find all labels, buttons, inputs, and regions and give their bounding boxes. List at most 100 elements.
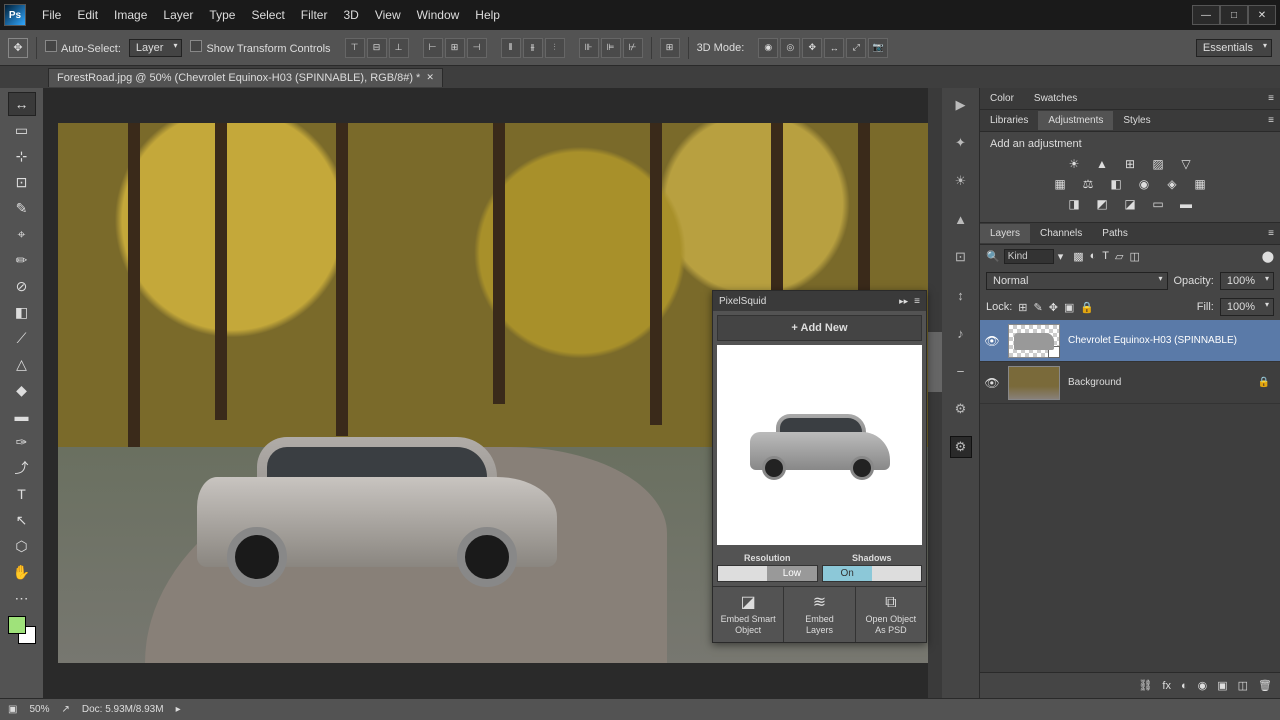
dodge-tool[interactable]: ▬ [8,404,36,428]
search-icon[interactable]: 🔍 [986,250,1000,263]
lock-transparent-icon[interactable]: ⊞ [1018,301,1027,314]
navigator-icon[interactable]: ⊡ [950,246,972,268]
tab-color[interactable]: Color [980,89,1024,108]
channel-mixer-icon[interactable]: ◈ [1163,176,1181,192]
3d-camera-icon[interactable]: 📷 [868,38,888,58]
maximize-button[interactable]: □ [1220,5,1248,25]
embed-layers-button[interactable]: ≋ EmbedLayers [784,587,855,642]
path-tool[interactable]: T [8,482,36,506]
histogram-icon[interactable]: ▲ [950,208,972,230]
new-group-icon[interactable]: ▣ [1217,679,1227,692]
panel-menu-icon[interactable]: ≡ [1262,115,1280,126]
filter-toggle-icon[interactable]: ⬤ [1262,250,1274,263]
menu-window[interactable]: Window [409,4,468,26]
vibrance-adj-icon[interactable]: ▽ [1177,156,1195,172]
paragraph-icon[interactable]: ♪ [950,322,972,344]
tab-channels[interactable]: Channels [1030,224,1092,243]
status-chevron-icon[interactable]: ▸ [176,704,181,715]
distribute-top-icon[interactable]: ⫴ [501,38,521,58]
crop-tool[interactable]: ⊡ [8,170,36,194]
visibility-toggle-icon[interactable]: 👁 [984,376,1000,390]
align-right-icon[interactable]: ⊣ [467,38,487,58]
menu-3d[interactable]: 3D [335,4,366,26]
properties-icon[interactable]: ⚙ [950,398,972,420]
hue-adj-icon[interactable]: ▦ [1051,176,1069,192]
panel-menu-icon[interactable]: ≡ [914,296,920,307]
exposure-adj-icon[interactable]: ▨ [1149,156,1167,172]
new-layer-icon[interactable]: ◫ [1238,679,1248,692]
export-icon[interactable]: ↗ [61,704,69,715]
edit-toolbar[interactable]: ⋯ [8,586,36,610]
lock-all-icon[interactable]: 🔒 [1080,301,1094,314]
layer-thumbnail[interactable] [1008,366,1060,400]
filter-adj-icon[interactable]: ◐ [1090,250,1097,263]
link-layers-icon[interactable]: ⛓ [1138,679,1152,692]
quickmask-icon[interactable]: ▣ [8,704,17,715]
gradient-tool[interactable]: △ [8,352,36,376]
filter-type-icon[interactable]: T [1102,250,1109,263]
actions-icon[interactable]: ✦ [950,132,972,154]
brightness-adj-icon[interactable]: ☀ [1065,156,1083,172]
pen-tool[interactable]: ✑ [8,430,36,454]
distribute-vcenter-icon[interactable]: ⫵ [523,38,543,58]
lock-pixels-icon[interactable]: ✎ [1034,301,1043,314]
menu-file[interactable]: File [34,4,69,26]
tab-paths[interactable]: Paths [1092,224,1138,243]
menu-help[interactable]: Help [467,4,508,26]
invert-adj-icon[interactable]: ◨ [1065,196,1083,212]
align-top-icon[interactable]: ⊤ [345,38,365,58]
tab-swatches[interactable]: Swatches [1024,89,1087,108]
distribute-bottom-icon[interactable]: ⫶ [545,38,565,58]
shape-tool[interactable]: ↖ [8,508,36,532]
menu-type[interactable]: Type [201,4,243,26]
auto-select-dropdown[interactable]: Layer [129,39,183,57]
history-brush-tool[interactable]: ◧ [8,300,36,324]
eyedropper-tool[interactable]: ✎ [8,196,36,220]
menu-image[interactable]: Image [106,4,155,26]
layer-mask-icon[interactable]: ◐ [1181,680,1188,692]
open-as-psd-button[interactable]: ⧉ Open ObjectAs PSD [856,587,926,642]
curves-adj-icon[interactable]: ⊞ [1121,156,1139,172]
blur-tool[interactable]: ◆ [8,378,36,402]
shadows-toggle[interactable]: On [822,565,923,582]
lock-artboard-icon[interactable]: ▣ [1064,301,1074,314]
tab-adjustments[interactable]: Adjustments [1038,111,1113,130]
embed-smart-object-button[interactable]: ◪ Embed SmartObject [713,587,784,642]
workspace-dropdown[interactable]: Essentials [1196,39,1272,57]
align-vcenter-icon[interactable]: ⊟ [367,38,387,58]
resolution-toggle[interactable]: Low [717,565,818,582]
marquee-tool[interactable]: ▭ [8,118,36,142]
levels-adj-icon[interactable]: ▲ [1093,156,1111,172]
layer-name[interactable]: Background [1068,377,1121,388]
kind-dropdown-icon[interactable]: ▾ [1058,250,1064,263]
layer-item[interactable]: 👁 Background 🔒 [980,362,1280,404]
add-new-button[interactable]: + Add New [717,315,922,341]
layer-fx-icon[interactable]: fx [1162,680,1171,692]
kind-filter[interactable] [1004,249,1054,264]
auto-align-icon[interactable]: ⊞ [660,38,680,58]
history-icon[interactable]: ▶ [950,94,972,116]
distribute-hcenter-icon[interactable]: ⊫ [601,38,621,58]
auto-select-checkbox[interactable]: Auto-Select: [45,40,121,55]
hand-tool[interactable]: ⬡ [8,534,36,558]
pixelsquid-panel[interactable]: PixelSquid ▸▸ ≡ + Add New Resolution Low… [712,290,927,643]
color-swatches[interactable] [8,616,36,644]
menu-layer[interactable]: Layer [155,4,201,26]
layer-thumbnail[interactable] [1008,324,1060,358]
car-layer[interactable] [197,417,557,587]
tab-layers[interactable]: Layers [980,224,1030,243]
align-bottom-icon[interactable]: ⊥ [389,38,409,58]
menu-filter[interactable]: Filter [293,4,336,26]
tab-styles[interactable]: Styles [1113,111,1160,130]
filter-pixel-icon[interactable]: ▩ [1073,250,1083,263]
align-hcenter-icon[interactable]: ⊞ [445,38,465,58]
3d-scale-icon[interactable]: ⤢ [846,38,866,58]
3d-roll-icon[interactable]: ◎ [780,38,800,58]
layer-name[interactable]: Chevrolet Equinox-H03 (SPINNABLE) [1068,335,1237,346]
lookup-adj-icon[interactable]: ▦ [1191,176,1209,192]
threshold-adj-icon[interactable]: ◪ [1121,196,1139,212]
brush-tool[interactable]: ✏ [8,248,36,272]
tab-libraries[interactable]: Libraries [980,111,1038,130]
show-transform-checkbox[interactable]: Show Transform Controls [190,40,330,55]
selective-color-icon[interactable]: ▬ [1177,196,1195,212]
